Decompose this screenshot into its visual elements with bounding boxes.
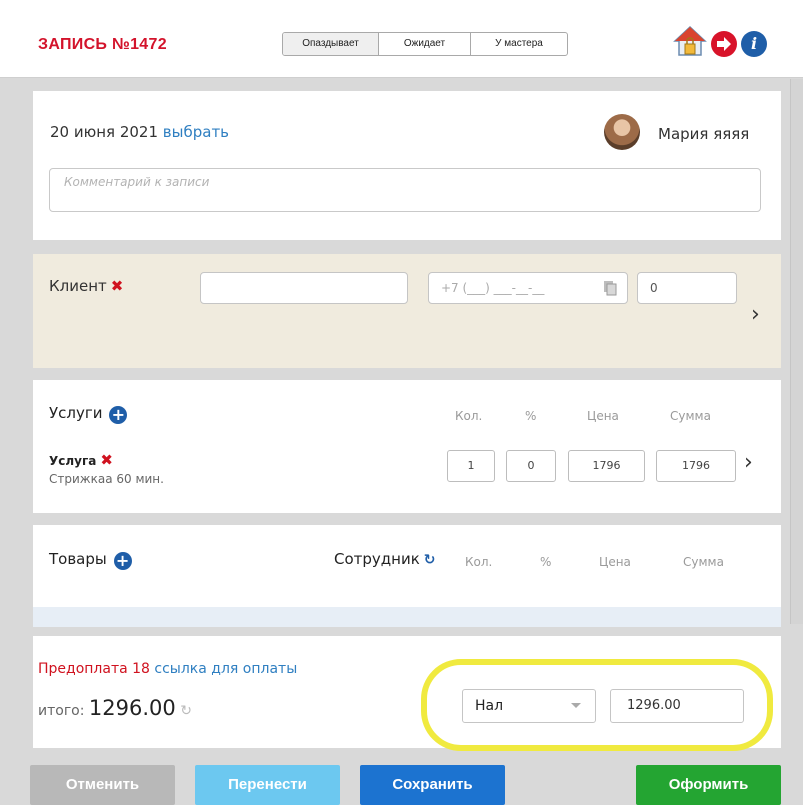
goods-title-text: Товары bbox=[49, 550, 107, 568]
home-lock-icon[interactable] bbox=[673, 24, 707, 58]
payment-amount-input[interactable]: 1296.00 bbox=[610, 689, 744, 723]
status-at-master-button[interactable]: У мастера bbox=[471, 33, 567, 55]
employee-selector[interactable]: Сотрудник ↻ bbox=[334, 550, 436, 568]
total-line: итого: 1296.00 ↻ bbox=[38, 696, 192, 720]
total-label: итого: bbox=[38, 703, 85, 719]
client-expand-chevron-icon[interactable]: › bbox=[751, 302, 760, 327]
master-name[interactable]: Мария яяяя bbox=[658, 125, 749, 143]
client-label-text: Клиент bbox=[49, 277, 107, 295]
add-goods-icon[interactable]: + bbox=[113, 552, 132, 570]
goods-col-price: Цена bbox=[599, 555, 631, 569]
payment-method-value: Нал bbox=[475, 698, 504, 714]
choose-date-link[interactable]: выбрать bbox=[163, 123, 229, 141]
comment-field[interactable]: Комментарий к записи bbox=[49, 168, 761, 212]
payment-method-select[interactable]: Нал bbox=[462, 689, 596, 723]
goods-list-strip bbox=[33, 607, 781, 627]
comment-placeholder: Комментарий к записи bbox=[64, 175, 210, 189]
service-qty-input[interactable]: 1 bbox=[447, 450, 495, 482]
status-tabs: Опаздывает Ожидает У мастера bbox=[282, 32, 568, 56]
col-sum: Сумма bbox=[670, 409, 711, 423]
goods-col-discount: % bbox=[540, 555, 552, 569]
service-expand-chevron-icon[interactable]: › bbox=[744, 450, 753, 475]
goods-col-sum: Сумма bbox=[683, 555, 724, 569]
service-sum-input[interactable]: 1796 bbox=[656, 450, 736, 482]
services-card: Услуги + Кол. % Цена Сумма Услуга ✖ Стриж… bbox=[33, 380, 781, 513]
total-value: 1296.00 bbox=[88, 696, 176, 720]
service-name: Услуга ✖ bbox=[49, 451, 113, 469]
status-late-button[interactable]: Опаздывает bbox=[283, 33, 379, 55]
total-refresh-icon[interactable]: ↻ bbox=[180, 703, 192, 719]
service-description: Стрижкаа 60 мин. bbox=[49, 472, 164, 486]
service-discount-input[interactable]: 0 bbox=[506, 450, 556, 482]
appointment-card: 20 июня 2021 выбрать Мария яяяя Коммента… bbox=[33, 91, 781, 240]
scrollbar[interactable] bbox=[790, 79, 803, 624]
prepayment-text: Предоплата 18 bbox=[38, 661, 150, 677]
save-button[interactable]: Сохранить bbox=[360, 765, 505, 805]
service-name-text: Услуга bbox=[49, 454, 97, 468]
client-card: Клиент ✖ +7 (___) ___-__-__ 0 › bbox=[33, 254, 781, 368]
appointment-date: 20 июня 2021 выбрать bbox=[50, 123, 229, 141]
master-avatar bbox=[604, 114, 640, 150]
prepayment-line: Предоплата 18 ссылка для оплаты bbox=[38, 661, 297, 677]
client-label: Клиент ✖ bbox=[49, 277, 123, 295]
submit-button[interactable]: Оформить bbox=[636, 765, 781, 805]
goods-title: Товары + bbox=[49, 550, 132, 570]
col-price: Цена bbox=[587, 409, 619, 423]
employee-refresh-icon[interactable]: ↻ bbox=[424, 552, 436, 568]
chevron-down-icon bbox=[571, 703, 581, 708]
date-value: 20 июня 2021 bbox=[50, 123, 159, 141]
payment-panel: Предоплата 18 ссылка для оплаты итого: 1… bbox=[33, 636, 781, 751]
services-title: Услуги + bbox=[49, 404, 128, 424]
record-title: ЗАПИСЬ №1472 bbox=[38, 36, 167, 53]
top-bar: ЗАПИСЬ №1472 Опаздывает Ожидает У мастер… bbox=[0, 0, 803, 78]
client-name-input[interactable] bbox=[200, 272, 408, 304]
col-qty: Кол. bbox=[455, 409, 483, 423]
goods-card: Товары + Сотрудник ↻ Кол. % Цена Сумма bbox=[33, 525, 781, 607]
remove-service-icon[interactable]: ✖ bbox=[100, 451, 113, 469]
remove-client-icon[interactable]: ✖ bbox=[111, 277, 124, 295]
move-button[interactable]: Перенести bbox=[195, 765, 340, 805]
goods-col-qty: Кол. bbox=[465, 555, 493, 569]
service-price-input[interactable]: 1796 bbox=[568, 450, 645, 482]
client-phone-input[interactable]: +7 (___) ___-__-__ bbox=[428, 272, 628, 304]
cancel-button[interactable]: Отменить bbox=[30, 765, 175, 805]
add-service-icon[interactable]: + bbox=[109, 406, 128, 424]
client-bonus-input[interactable]: 0 bbox=[637, 272, 737, 304]
red-arrow-icon[interactable] bbox=[711, 31, 737, 57]
paste-icon[interactable] bbox=[603, 280, 617, 296]
employee-label: Сотрудник bbox=[334, 550, 420, 568]
services-title-text: Услуги bbox=[49, 404, 103, 422]
status-waiting-button[interactable]: Ожидает bbox=[379, 33, 471, 55]
info-icon[interactable]: i bbox=[741, 31, 767, 57]
payment-link[interactable]: ссылка для оплаты bbox=[154, 661, 297, 677]
col-discount: % bbox=[525, 409, 537, 423]
